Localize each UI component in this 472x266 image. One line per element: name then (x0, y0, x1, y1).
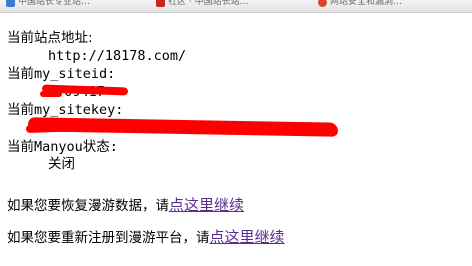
restore-row: 如果您要恢复漫游数据，请点这里继续 (7, 197, 244, 214)
manyou-status-label: 当前Manyou状态: (7, 139, 118, 155)
siteid-label: 当前my_siteid: (7, 66, 116, 82)
reregister-continue-link[interactable]: 点这里继续 (210, 228, 285, 246)
site-url-value: http://18178.com/ (48, 48, 187, 64)
site-url-label: 当前站点地址: (7, 30, 93, 46)
restore-text: 如果您要恢复漫游数据，请 (7, 198, 169, 214)
manyou-status-value: 关闭 (48, 156, 75, 172)
page-content: 当前站点地址: http://18178.com/ 当前my_siteid: ?… (0, 0, 472, 266)
restore-continue-link[interactable]: 点这里继续 (169, 196, 244, 214)
sitekey-label: 当前my_sitekey: (7, 102, 124, 118)
siteid-redaction-tail (40, 91, 62, 97)
reregister-row: 如果您要重新注册到漫游平台，请点这里继续 (7, 229, 285, 246)
reregister-text: 如果您要重新注册到漫游平台，请 (7, 230, 210, 246)
